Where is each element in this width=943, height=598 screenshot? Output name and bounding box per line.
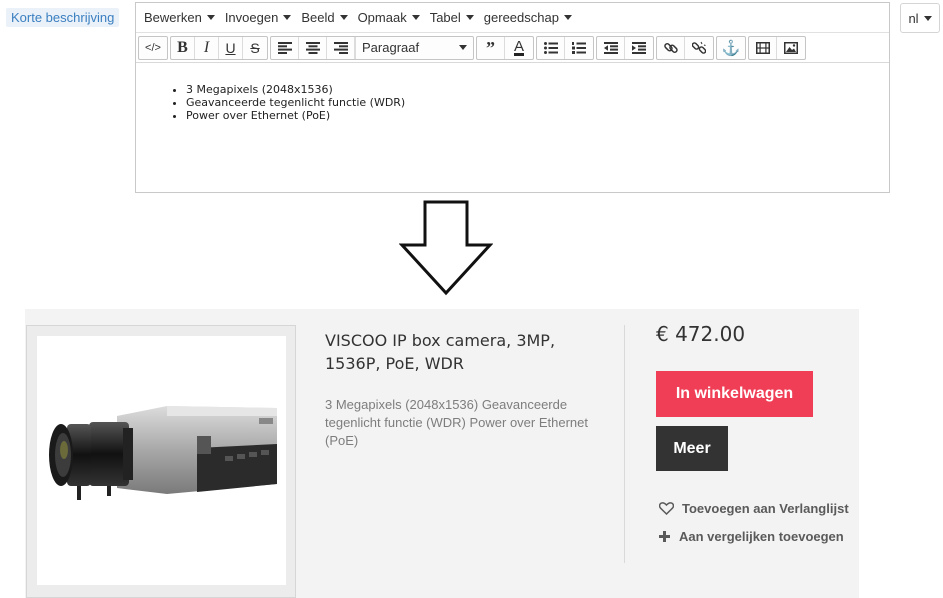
anchor-icon[interactable]: ⚓ [717,37,745,59]
arrow-down-icon [399,200,493,296]
product-title[interactable]: VISCOO IP box camera, 3MP, 1536P, PoE, W… [325,329,575,375]
menu-opmaak[interactable]: Opmaak [358,10,420,25]
text-color-icon[interactable]: A [505,37,533,59]
menu-label: Beeld [301,10,335,25]
wishlist-label: Toevoegen aan Verlanglijst [682,501,849,516]
format-select[interactable]: Paragraaf [355,36,473,59]
menu-label: Opmaak [357,10,407,25]
align-left-icon[interactable] [271,36,299,59]
product-card: VISCOO IP box camera, 3MP, 1536P, PoE, W… [25,309,859,598]
heart-icon [658,502,674,515]
field-label: Korte beschrijving [6,8,120,27]
chevron-down-icon [339,15,348,20]
toolbar-group-code: </> [138,35,168,60]
media-icon[interactable] [749,36,777,59]
numbered-list-icon[interactable] [565,37,593,59]
menu-tabel[interactable]: Tabel [430,10,474,25]
image-icon[interactable] [777,37,805,59]
toolbar-group-align: Paragraaf [270,35,474,60]
list-item: 3 Megapixels (2048x1536) [186,83,889,96]
list-item: Geavanceerde tegenlicht functie (WDR) [186,96,889,109]
menu-invoegen[interactable]: Invoegen [225,10,292,25]
list-item: Power over Ethernet (PoE) [186,109,889,122]
bullet-list-icon[interactable] [537,36,565,59]
menu-gereedschap[interactable]: gereedschap [484,10,572,25]
chevron-down-icon [923,15,932,21]
product-image [37,336,286,585]
underline-icon[interactable]: U [219,36,243,59]
toolbar-group-quote: ” A [476,35,534,60]
bold-icon[interactable]: B [171,36,195,59]
menu-label: Bewerken [144,10,202,25]
product-price: € 472.00 [656,322,746,346]
align-center-icon[interactable] [299,36,327,59]
format-select-value: Paragraaf [362,40,420,55]
product-description: 3 Megapixels (2048x1536) Geavanceerde te… [325,397,588,448]
italic-icon[interactable]: I [195,36,219,59]
toolbar-group-media [748,35,806,60]
divider [624,325,625,563]
toolbar-group-lists [536,35,594,60]
menu-label: Tabel [429,10,461,25]
editor-menubar: Bewerken Invoegen Beeld Opmaak Tabel ger… [136,3,889,33]
menu-beeld[interactable]: Beeld [301,10,348,25]
unlink-icon[interactable] [685,37,713,59]
more-button[interactable]: Meer [656,426,728,471]
chevron-down-icon [411,15,420,20]
chevron-down-icon [459,45,467,50]
chevron-down-icon [283,15,292,20]
add-to-cart-button[interactable]: In winkelwagen [656,371,813,417]
toolbar-group-links [656,35,714,60]
chevron-down-icon [206,15,215,20]
menu-label: gereedschap [483,10,559,25]
toolbar-group-indent [596,35,654,60]
link-icon[interactable] [657,36,685,59]
toolbar-group-format: B I U S [170,35,268,60]
compare-label: Aan vergelijken toevoegen [679,529,844,544]
align-right-icon[interactable] [327,36,355,59]
rich-text-editor: Bewerken Invoegen Beeld Opmaak Tabel ger… [135,2,890,193]
source-code-icon[interactable]: </> [139,37,167,59]
toolbar-group-anchor: ⚓ [716,35,746,60]
product-image-frame[interactable] [26,325,296,598]
bullet-list: 3 Megapixels (2048x1536) Geavanceerde te… [186,83,889,122]
blockquote-icon[interactable]: ” [477,36,505,59]
editor-content[interactable]: 3 Megapixels (2048x1536) Geavanceerde te… [136,63,889,122]
menu-label: Invoegen [224,10,279,25]
menu-bewerken[interactable]: Bewerken [144,10,215,25]
language-select[interactable]: nl [900,3,940,33]
plus-icon [658,531,670,542]
add-to-wishlist-link[interactable]: Toevoegen aan Verlanglijst [658,501,849,516]
chevron-down-icon [465,15,474,20]
editor-toolbar: </> B I U S Paragraaf ” A ⚓ [136,33,889,63]
chevron-down-icon [563,15,572,20]
language-value: nl [908,10,919,26]
indent-icon[interactable] [625,37,653,59]
outdent-icon[interactable] [597,36,625,59]
strikethrough-icon[interactable]: S [243,37,267,59]
add-to-compare-link[interactable]: Aan vergelijken toevoegen [658,529,844,544]
